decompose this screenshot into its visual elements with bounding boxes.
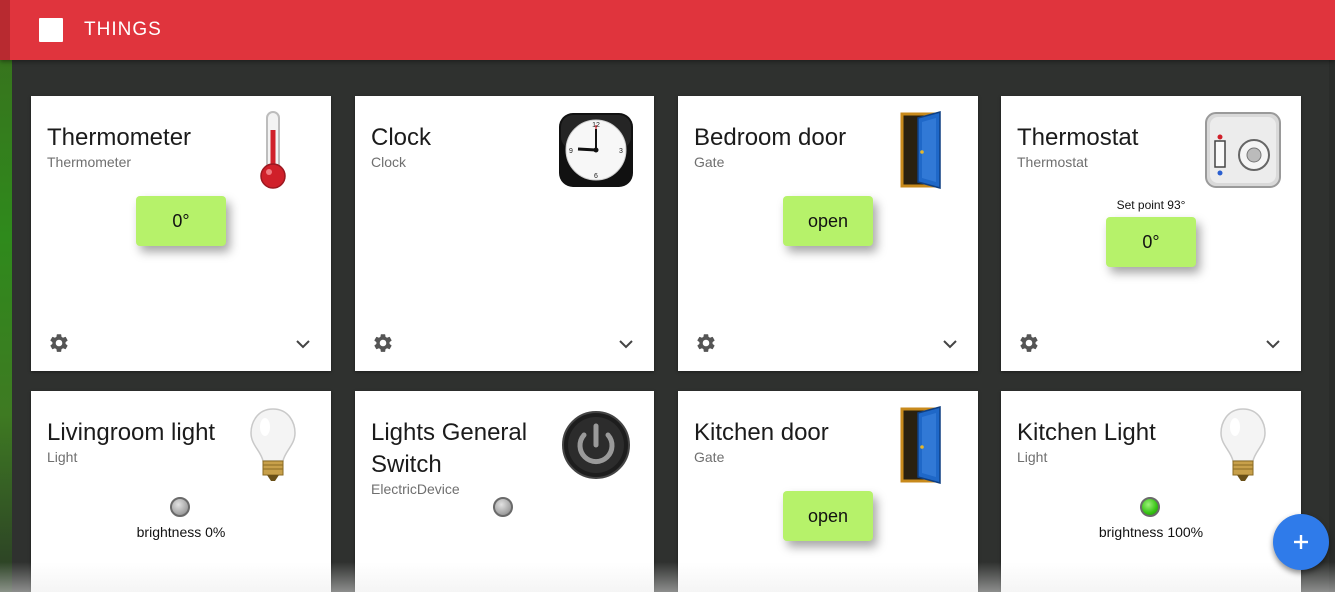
thing-name: Thermostat — [1017, 124, 1139, 151]
chevron-down-icon[interactable] — [618, 336, 634, 352]
temperature-value-button[interactable]: 0° — [136, 196, 226, 246]
thing-name: Livingroom light — [47, 419, 216, 446]
chevron-down-icon[interactable] — [942, 336, 958, 352]
thing-name: Lights General Switch — [371, 419, 528, 478]
thing-name: Kitchen Light — [1017, 419, 1156, 446]
light-bulb-icon — [1203, 405, 1283, 485]
thing-card-lights-general-switch[interactable]: Lights General Switch ElectricDevice — [355, 391, 654, 592]
svg-text:3: 3 — [619, 148, 623, 155]
chevron-down-icon[interactable] — [295, 336, 311, 352]
thing-card-thermostat[interactable]: Thermostat Thermostat Set point 93° 0° — [1001, 96, 1301, 371]
thing-type: Gate — [694, 154, 725, 170]
background-edge — [1329, 60, 1335, 592]
thing-type: Light — [47, 449, 78, 465]
thing-card-kitchen-door[interactable]: Kitchen door Gate open — [678, 391, 978, 592]
thing-card-thermometer[interactable]: Thermometer Thermometer 0° — [31, 96, 331, 371]
door-icon — [880, 405, 960, 485]
gear-icon[interactable] — [372, 332, 394, 354]
add-thing-button[interactable] — [1273, 514, 1329, 570]
page-title: THINGS — [84, 19, 162, 40]
thing-type: Thermometer — [47, 154, 132, 170]
thing-name: Clock — [371, 124, 432, 151]
thing-name: Kitchen door — [694, 419, 829, 446]
thermostat-icon — [1203, 110, 1283, 190]
light-status-indicator — [1140, 497, 1160, 517]
thing-type: Thermostat — [1017, 154, 1088, 170]
menu-toggle-icon[interactable] — [39, 18, 63, 42]
svg-text:9: 9 — [569, 148, 573, 155]
app-bar-accent — [0, 0, 10, 60]
thing-card-kitchen-light[interactable]: Kitchen Light Light brightness 100% — [1001, 391, 1301, 592]
thermometer-icon — [233, 110, 313, 190]
light-status-indicator — [170, 497, 190, 517]
thing-type: Gate — [694, 449, 725, 465]
background-wallpaper — [0, 0, 12, 592]
clock-icon: 12369 — [556, 110, 636, 190]
door-icon — [880, 110, 960, 190]
door-state-button[interactable]: open — [783, 196, 873, 246]
door-state-button[interactable]: open — [783, 491, 873, 541]
thing-name: Thermometer — [47, 124, 192, 151]
thing-type: Light — [1017, 449, 1048, 465]
thing-type: Clock — [371, 154, 407, 170]
brightness-label: brightness 0% — [136, 524, 226, 540]
brightness-label: brightness 100% — [1098, 524, 1204, 540]
thing-type: ElectricDevice — [371, 481, 460, 497]
setpoint-label: Set point 93° — [1116, 198, 1186, 212]
svg-text:6: 6 — [594, 173, 598, 180]
power-icon — [556, 405, 636, 485]
plus-icon — [1294, 535, 1308, 549]
thing-card-clock[interactable]: Clock Clock 12369 — [355, 96, 654, 371]
light-bulb-icon — [233, 405, 313, 485]
thing-card-bedroom-door[interactable]: Bedroom door Gate open — [678, 96, 978, 371]
thermostat-value-button[interactable]: 0° — [1106, 217, 1196, 267]
thing-name: Bedroom door — [694, 124, 847, 151]
app-bar: THINGS — [0, 0, 1335, 60]
chevron-down-icon[interactable] — [1265, 336, 1281, 352]
thing-card-livingroom-light[interactable]: Livingroom light Light brightness 0% — [31, 391, 331, 592]
gear-icon[interactable] — [48, 332, 70, 354]
gear-icon[interactable] — [1018, 332, 1040, 354]
gear-icon[interactable] — [695, 332, 717, 354]
switch-status-indicator — [493, 497, 513, 517]
